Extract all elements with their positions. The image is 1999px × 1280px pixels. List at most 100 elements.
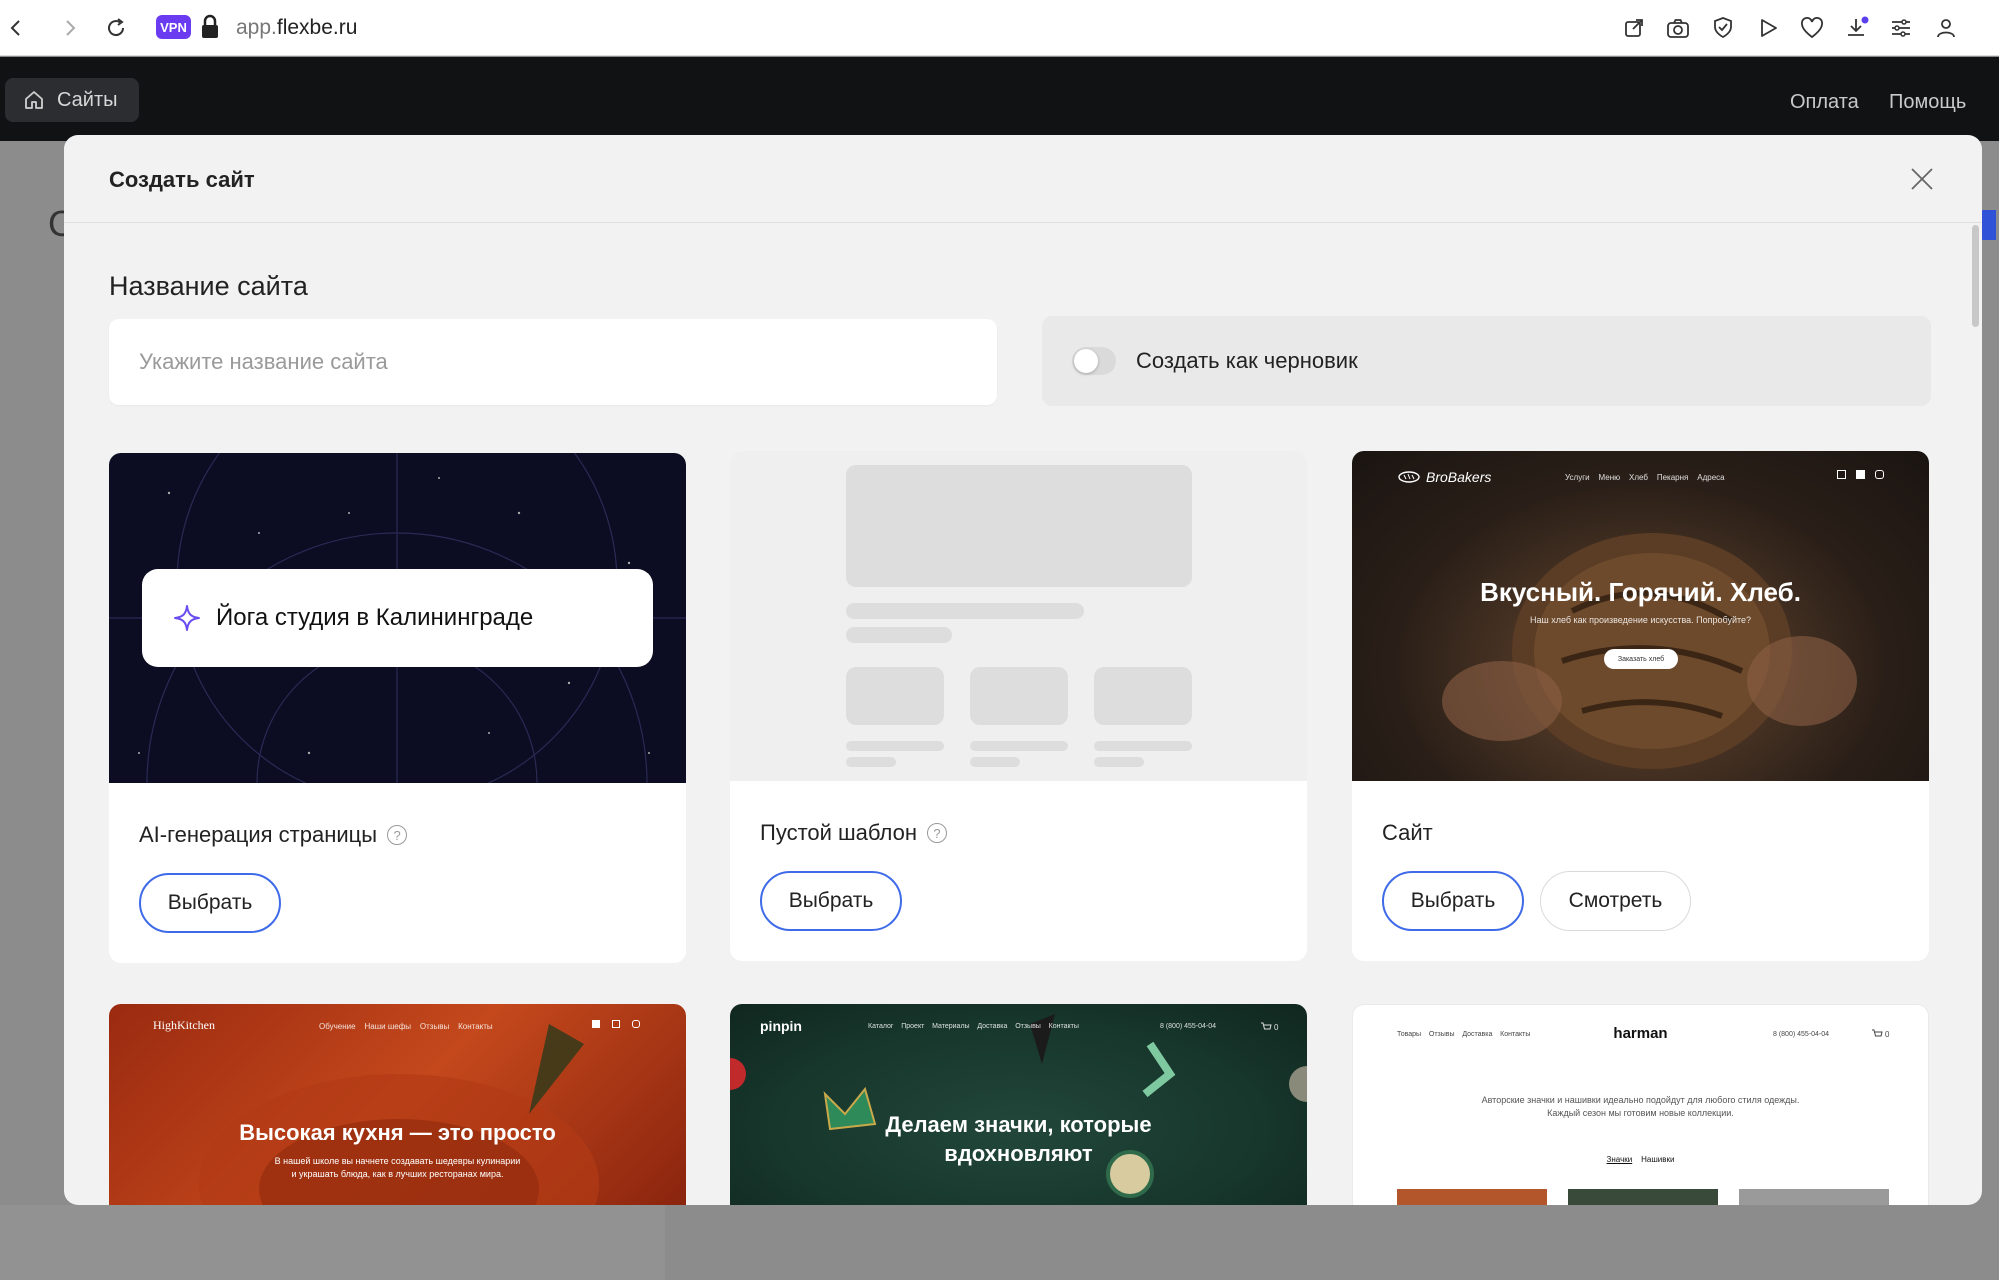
bakery-headline: Вкусный. Горячий. Хлеб. <box>1480 577 1801 607</box>
sparkle-icon <box>174 605 200 631</box>
site-name-label: Название сайта <box>109 271 308 301</box>
kitchen-subline-1: В нашей школе вы начнете создавать шедев… <box>274 1156 521 1166</box>
bakery-nav-item: Хлеб <box>1629 473 1648 482</box>
camera-icon[interactable] <box>1664 14 1692 42</box>
pinpin-nav-item: Проект <box>901 1023 925 1030</box>
select-button[interactable]: Выбрать <box>139 873 281 933</box>
browser-toolbar: VPN app.flexbe.ru <box>0 0 1999 56</box>
wireframe-illustration <box>846 465 1192 767</box>
pinpin-nav-item: Отзывы <box>1015 1023 1041 1030</box>
harman-tabs: Значки Нашивки <box>1353 1155 1928 1164</box>
kitchen-brand: HighKitchen <box>153 1018 215 1032</box>
scrollbar-thumb[interactable] <box>1972 225 1979 327</box>
harman-product-thumb <box>1397 1189 1547 1205</box>
harman-cart: 0 <box>1871 1029 1889 1039</box>
pinpin-brand: pinpin <box>760 1018 802 1034</box>
reload-icon[interactable] <box>102 14 130 42</box>
help-icon[interactable]: ? <box>387 825 408 845</box>
toggle-knob <box>1074 349 1098 373</box>
pinpin-cart: 0 <box>1260 1022 1278 1032</box>
pinpin-nav-item: Доставка <box>977 1023 1008 1030</box>
pinpin-headline-1: Делаем значки, которые <box>885 1112 1152 1137</box>
help-link[interactable]: Помощь <box>1889 91 1966 114</box>
bakery-nav-item: Меню <box>1598 473 1621 482</box>
template-card-harman[interactable]: Товары Отзывы Доставка Контакты harman 8… <box>1352 1004 1929 1205</box>
sites-button[interactable]: Сайты <box>5 78 139 122</box>
site-name-input[interactable] <box>109 319 997 405</box>
draft-toggle[interactable] <box>1072 347 1116 375</box>
url-domain: flexbe.ru <box>276 16 358 39</box>
settings-sliders-icon[interactable] <box>1887 14 1915 42</box>
back-icon[interactable] <box>2 14 30 42</box>
kitchen-nav-item: Контакты <box>458 1022 493 1031</box>
cart-icon <box>1872 1029 1883 1037</box>
kitchen-nav: Обучение Наши шефы Отзывы Контакты <box>319 1022 493 1031</box>
lock-icon <box>200 14 220 40</box>
harman-tab: Нашивки <box>1641 1155 1675 1164</box>
harman-text-2: Каждый сезон мы готовим новые коллекции. <box>1547 1108 1734 1118</box>
harman-brand: harman <box>1613 1025 1668 1042</box>
bakery-nav: Услуги Меню Хлеб Пекарня Адреса <box>1565 473 1725 482</box>
bakery-brand: BroBakers <box>1426 469 1492 485</box>
pinpin-phone: 8 (800) 455-04-04 <box>1160 1023 1217 1030</box>
instagram-icon <box>1875 470 1884 479</box>
heart-icon[interactable] <box>1798 14 1826 42</box>
pinpin-cart-count: 0 <box>1274 1022 1279 1032</box>
help-icon[interactable]: ? <box>927 823 947 843</box>
card-title-text: Пустой шаблон <box>760 820 917 845</box>
telegram-icon <box>612 1020 620 1028</box>
card-title: Сайт <box>1382 820 1433 846</box>
create-site-modal: Создать сайт Название сайта Создать как … <box>64 135 1982 1205</box>
payment-link[interactable]: Оплата <box>1790 91 1859 114</box>
facebook-icon <box>1856 470 1865 479</box>
template-card-blank: Пустой шаблон ? Выбрать <box>730 451 1307 961</box>
app-header: Сайты Оплата Помощь <box>0 57 1999 141</box>
profile-icon[interactable] <box>1932 14 1960 42</box>
select-button[interactable]: Выбрать <box>760 871 902 931</box>
kitchen-nav-item: Наши шефы <box>364 1022 412 1031</box>
select-button[interactable]: Выбрать <box>1382 871 1524 931</box>
bakery-nav-item: Пекарня <box>1656 473 1689 482</box>
draft-label: Создать как черновик <box>1136 348 1358 373</box>
bakery-preview: BroBakers Услуги Меню Хлеб Пекарня Адрес… <box>1352 451 1929 781</box>
download-icon[interactable] <box>1843 14 1871 42</box>
card-title: Пустой шаблон ? <box>760 820 947 846</box>
pinpin-nav: Каталог Проект Материалы Доставка Отзывы… <box>868 1023 1079 1030</box>
close-button[interactable] <box>1907 164 1937 194</box>
kitchen-nav-item: Отзывы <box>419 1022 450 1031</box>
modal-title: Создать сайт <box>109 167 255 192</box>
harman-tab: Значки <box>1606 1155 1633 1164</box>
forward-icon[interactable] <box>56 14 84 42</box>
card-title-text: AI-генерация страницы <box>139 822 378 847</box>
bakery-logo: BroBakers <box>1398 469 1491 485</box>
play-icon[interactable] <box>1754 14 1782 42</box>
pinpin-nav-item: Материалы <box>932 1023 970 1030</box>
share-icon[interactable] <box>1620 14 1648 42</box>
cart-icon <box>1261 1022 1272 1030</box>
template-card-site: BroBakers Услуги Меню Хлеб Пекарня Адрес… <box>1352 451 1929 961</box>
home-icon <box>23 89 45 111</box>
facebook-icon <box>592 1020 600 1028</box>
template-card-ai: Йога студия в Калининграде AI-генерация … <box>109 453 686 963</box>
url-prefix: app. <box>236 16 277 39</box>
harman-cart-count: 0 <box>1885 1029 1890 1039</box>
instagram-icon <box>632 1020 640 1028</box>
bakery-nav-item: Услуги <box>1565 473 1590 482</box>
vpn-badge[interactable]: VPN <box>156 15 191 39</box>
kitchen-subline-2: и украшать блюда, как в лучших ресторана… <box>291 1169 504 1179</box>
draft-toggle-row[interactable]: Создать как черновик <box>1042 316 1931 406</box>
bakery-nav-item: Адреса <box>1697 473 1725 482</box>
view-button[interactable]: Смотреть <box>1540 871 1691 931</box>
address-bar[interactable]: app.flexbe.ru <box>236 14 357 42</box>
ai-preview: Йога студия в Калининграде <box>109 453 686 783</box>
bakery-subline: Наш хлеб как произведение искусства. Поп… <box>1529 615 1752 625</box>
badges-illustration <box>730 1014 1307 1198</box>
modal-scrollbar[interactable] <box>1969 223 1982 1205</box>
shield-check-icon[interactable] <box>1709 14 1737 42</box>
bakery-social-icons <box>1837 470 1884 479</box>
harman-product-thumb <box>1739 1189 1889 1205</box>
card-title: AI-генерация страницы ? <box>139 822 408 848</box>
template-card-pinpin[interactable]: pinpin Каталог Проект Материалы Доставка… <box>730 1004 1307 1205</box>
harman-product-thumb <box>1568 1189 1718 1205</box>
template-card-kitchen[interactable]: HighKitchen Обучение Наши шефы Отзывы Ко… <box>109 1004 686 1205</box>
